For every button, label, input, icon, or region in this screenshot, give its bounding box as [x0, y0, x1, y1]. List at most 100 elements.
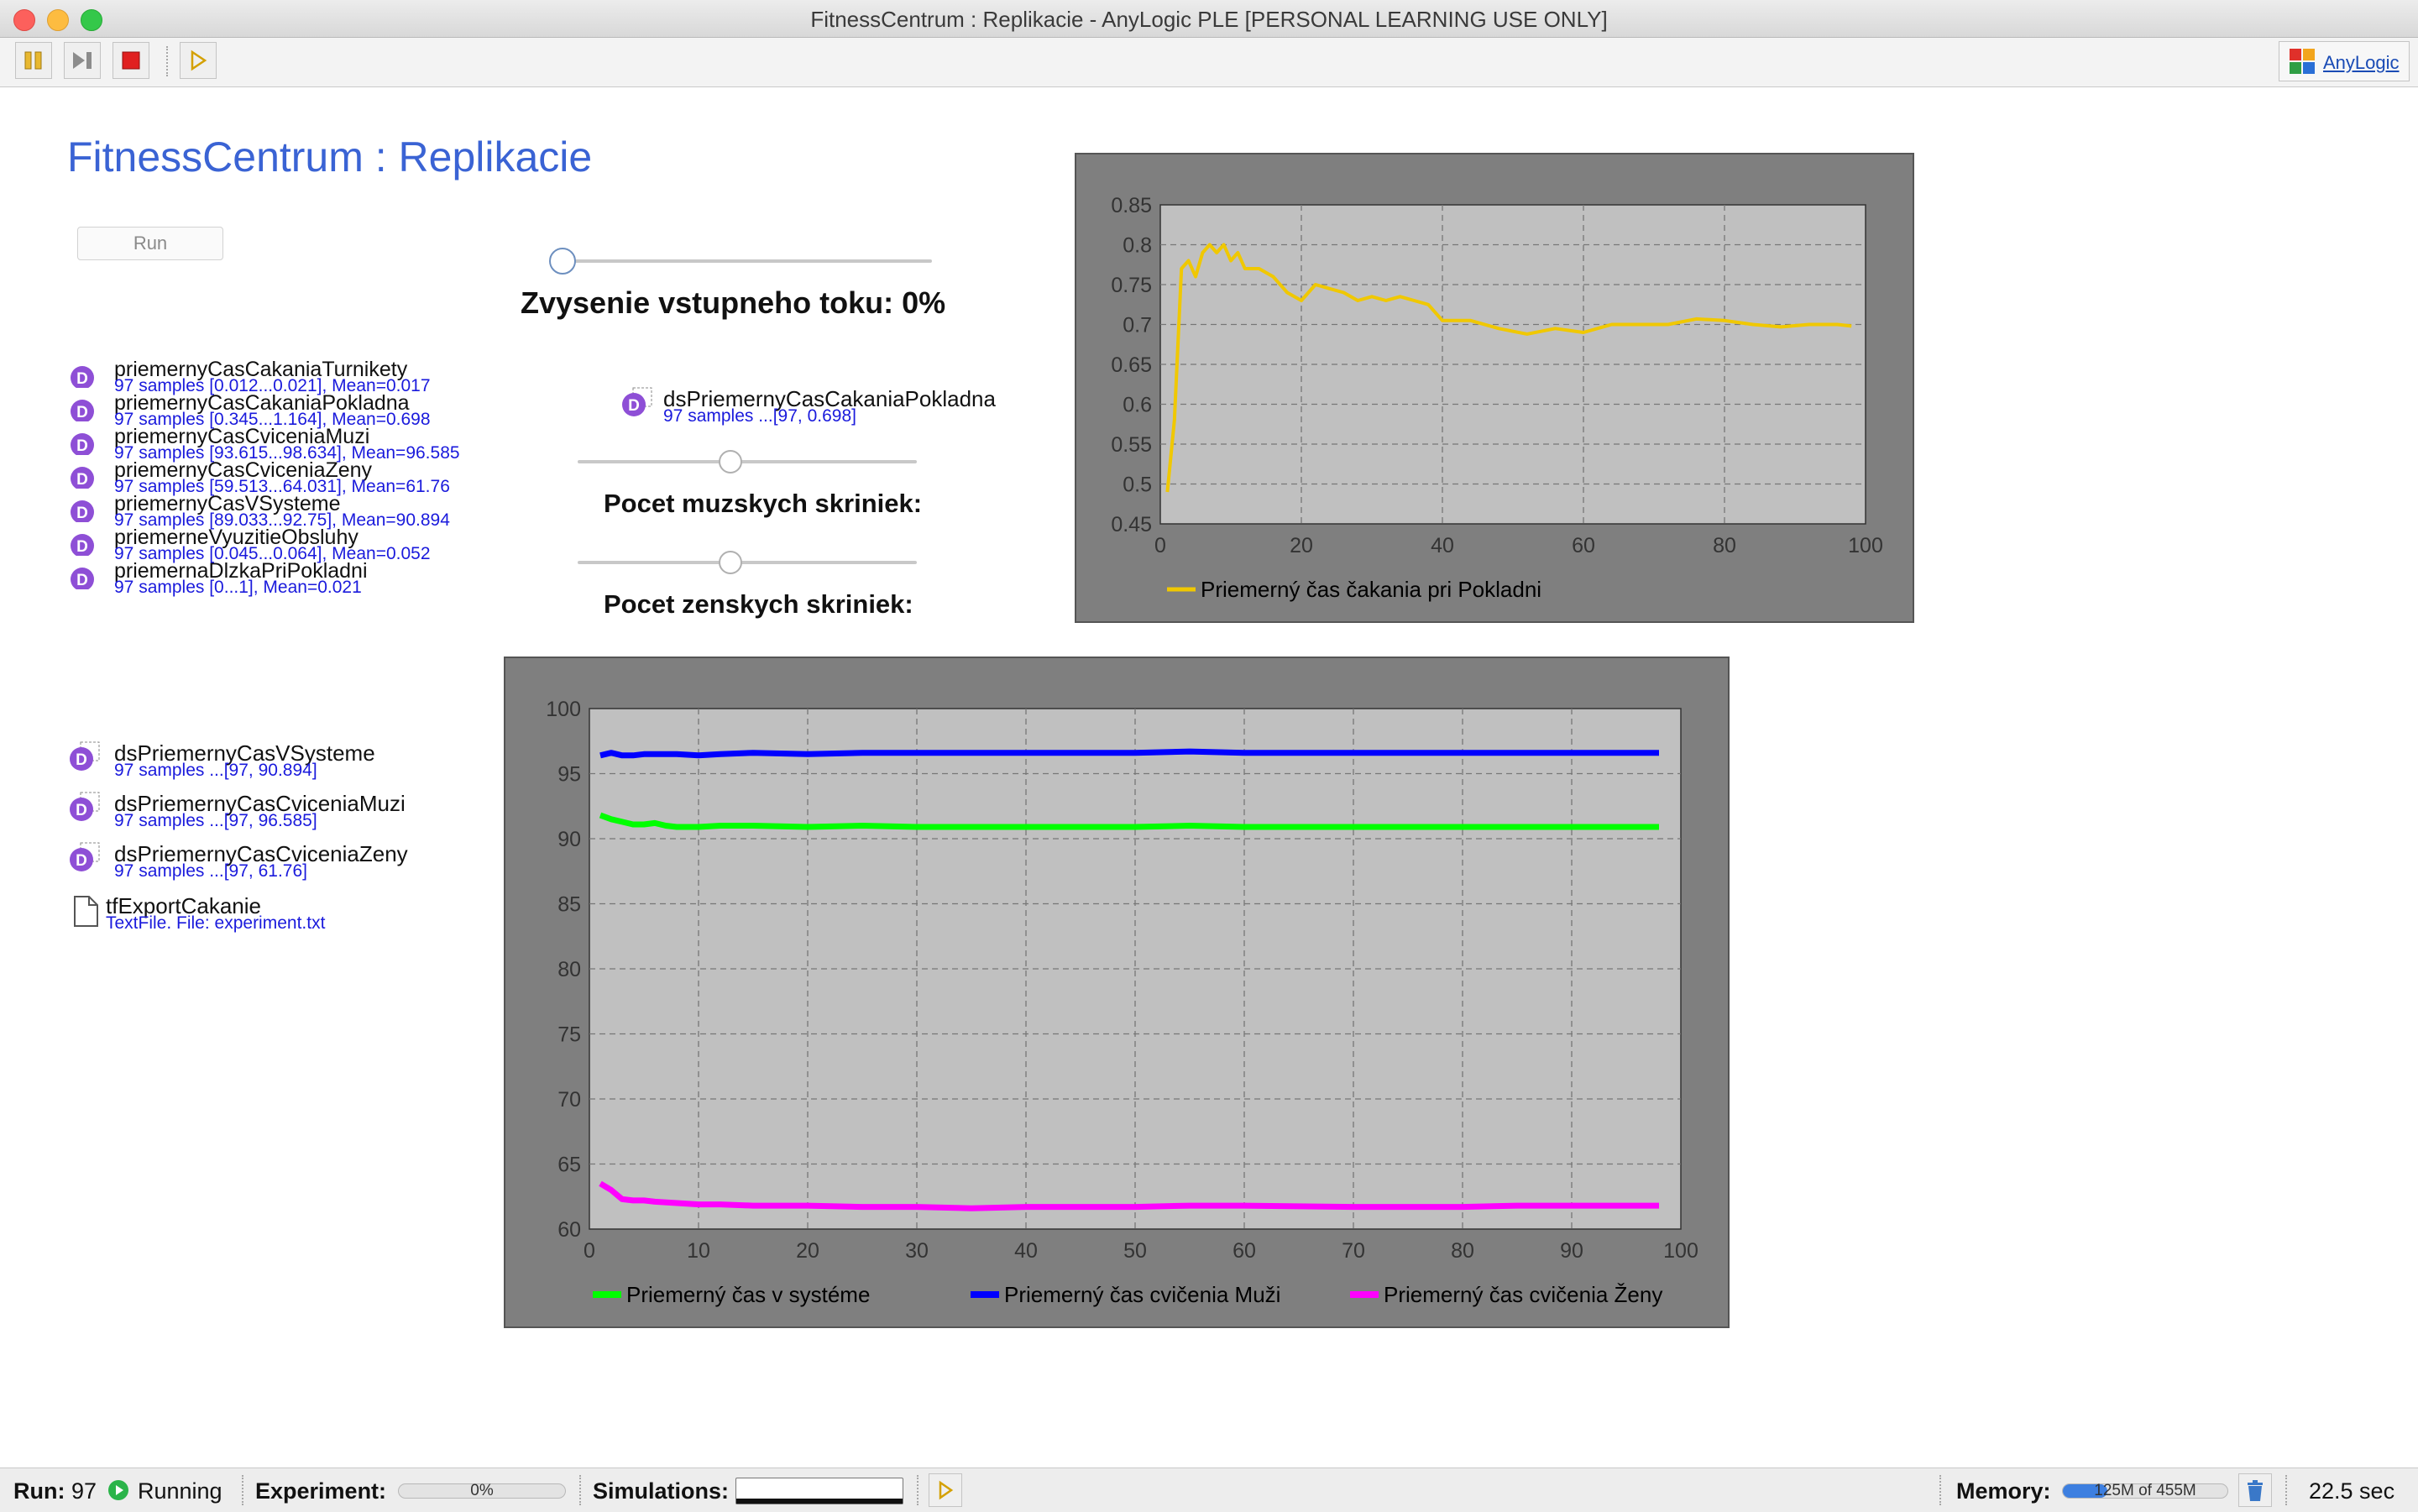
run-label: Run: — [13, 1478, 65, 1504]
y-tick-label: 100 — [546, 698, 581, 721]
chart-waiting-time-svg: 0 20 40 60 80 100 0.45 0.5 0.55 0.6 0.65 0.7 0.75 0.8… — [1111, 194, 1883, 602]
memory-value: 125M of 455M — [2094, 1482, 2196, 1499]
y-tick-label: 65 — [557, 1154, 581, 1177]
female-lockers-label: Pocet zenskych skriniek: — [604, 589, 913, 619]
toolbar: AnyLogic — [0, 38, 2418, 87]
window-title: FitnessCentrum : Replikacie - AnyLogic P… — [810, 7, 1608, 32]
status-separator — [579, 1475, 581, 1505]
y-tick-label: 0.7 — [1123, 314, 1152, 337]
y-tick-label: 80 — [557, 958, 581, 981]
male-lockers-slider-thumb[interactable] — [718, 450, 742, 473]
x-tick-label: 40 — [1431, 534, 1454, 557]
svg-text:D: D — [76, 437, 88, 455]
svg-text:D: D — [76, 505, 88, 522]
textfile-info: TextFile. File: experiment.txt — [106, 913, 326, 933]
legend-label: Priemerný čas cvičenia Muži — [1004, 1282, 1280, 1307]
y-tick-label: 75 — [557, 1023, 581, 1047]
male-lockers-slider[interactable] — [578, 460, 917, 463]
statistics-icon: DΣ — [71, 433, 94, 455]
trash-icon — [2248, 1480, 2263, 1501]
dataset-info: 97 samples ...[97, 61.76] — [114, 861, 307, 881]
y-tick-label: 95 — [557, 763, 581, 787]
status-bar: Run: 97 Running Experiment: 0% Simulatio… — [0, 1468, 2418, 1512]
svg-text:D: D — [76, 538, 88, 556]
x-tick-label: 0 — [1154, 534, 1166, 557]
x-tick-label: 30 — [905, 1239, 929, 1263]
dataset-info: 97 samples ...[97, 90.894] — [114, 761, 317, 780]
step-icon — [73, 52, 92, 69]
y-tick-label: 0.65 — [1111, 353, 1152, 377]
y-tick-label: 85 — [557, 893, 581, 917]
status-separator — [2285, 1475, 2287, 1505]
run-value: 97 — [71, 1478, 97, 1504]
run-state: Running — [138, 1478, 222, 1504]
chart-exercise-times-svg: 0 10 20 30 40 50 60 70 80 90 100 60 65 70 75 80 85 90 95 10… — [546, 698, 1698, 1307]
run-experiment-button[interactable] — [180, 42, 217, 79]
anylogic-logo-icon — [2290, 49, 2315, 74]
x-tick-label: 20 — [1290, 534, 1313, 557]
x-tick-label: 10 — [687, 1239, 710, 1263]
series-line — [599, 748, 1659, 759]
x-tick-label: 50 — [1123, 1239, 1147, 1263]
svg-text:D: D — [76, 572, 88, 589]
dataset-icon: D — [70, 792, 100, 821]
step-button[interactable] — [64, 42, 101, 79]
dataset-icon: D — [70, 842, 100, 871]
y-tick-label: 90 — [557, 828, 581, 851]
svg-text:D: D — [628, 397, 640, 415]
statistics-icon: DΣ — [71, 500, 94, 522]
stop-button[interactable] — [113, 42, 149, 79]
legend-label: Priemerný čas v systéme — [626, 1282, 870, 1307]
x-tick-label: 80 — [1713, 534, 1736, 557]
pause-icon — [24, 51, 42, 70]
svg-text:D: D — [76, 471, 88, 489]
x-tick-label: 90 — [1560, 1239, 1583, 1263]
chart-exercise-times: 0 10 20 30 40 50 60 70 80 90 100 60 65 70 75 80 85 90 95 10… — [504, 657, 1730, 1328]
simulations-progress-bar — [735, 1478, 903, 1504]
y-tick-label: 0.5 — [1123, 473, 1152, 497]
y-tick-label: 0.8 — [1123, 234, 1152, 258]
run-button[interactable]: Run — [77, 227, 223, 260]
female-lockers-slider[interactable] — [578, 561, 917, 564]
x-tick-label: 100 — [1848, 534, 1883, 557]
svg-text:D: D — [76, 404, 88, 421]
svg-text:D: D — [76, 370, 88, 388]
simulations-label: Simulations: — [593, 1478, 730, 1504]
x-tick-label: 80 — [1451, 1239, 1474, 1263]
flow-slider-label: Zvysenie vstupneho toku: 0% — [521, 285, 946, 320]
anylogic-link: AnyLogic — [2323, 52, 2400, 73]
x-tick-label: 0 — [584, 1239, 595, 1263]
x-tick-label: 60 — [1572, 534, 1595, 557]
experiment-label: Experiment: — [255, 1478, 387, 1504]
svg-text:D: D — [76, 852, 87, 870]
statistics-icon: DΣ — [71, 568, 94, 589]
flow-slider-thumb[interactable] — [549, 248, 576, 275]
x-tick-label: 20 — [796, 1239, 819, 1263]
play-icon — [191, 50, 207, 71]
memory-label: Memory: — [1956, 1478, 2051, 1504]
window-title-bar: FitnessCentrum : Replikacie - AnyLogic P… — [0, 0, 2418, 38]
x-tick-label: 100 — [1663, 1239, 1698, 1263]
statistics-icon: DΣ — [71, 366, 94, 388]
text-file-icon — [74, 896, 98, 927]
dataset-icon: D — [622, 387, 652, 416]
y-tick-label: 0.45 — [1111, 513, 1152, 536]
female-lockers-slider-thumb[interactable] — [718, 551, 742, 574]
statistics-icon: DΣ — [71, 467, 94, 489]
male-lockers-label: Pocet muzskych skriniek: — [604, 489, 923, 518]
run-counter: Run: 97 — [13, 1478, 97, 1504]
pause-button[interactable] — [15, 42, 52, 79]
legend-label: Priemerný čas čakania pri Pokladni — [1201, 577, 1541, 602]
garbage-collect-button[interactable] — [2238, 1473, 2272, 1507]
anylogic-home-button[interactable]: AnyLogic — [2279, 41, 2410, 81]
svg-text:D: D — [76, 751, 87, 769]
stop-icon — [122, 51, 140, 70]
x-tick-label: 40 — [1014, 1239, 1038, 1263]
status-run-button[interactable] — [929, 1473, 962, 1507]
toolbar-separator — [166, 46, 168, 76]
flow-slider[interactable] — [563, 259, 932, 263]
dataset-info: 97 samples ...[97, 96.585] — [114, 811, 317, 830]
simulations-progress-fill — [736, 1499, 903, 1504]
statistics-icon: DΣ — [71, 400, 94, 421]
y-tick-label: 0.75 — [1111, 274, 1152, 297]
